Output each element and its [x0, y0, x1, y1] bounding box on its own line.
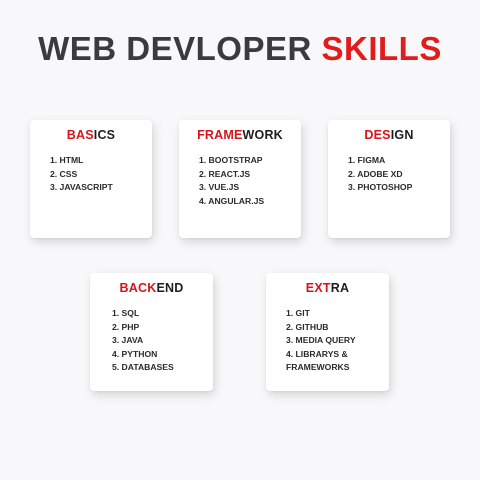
card-backend: BACKEND 1. SQL 2. PHP 3. JAVA 4. PYTHON … [90, 273, 213, 391]
skill-list-design: 1. FIGMA 2. ADOBE XD 3. PHOTOSHOP [328, 154, 450, 195]
list-item: 3. MEDIA QUERY [286, 335, 356, 345]
card-title-framework: FRAMEWORK [179, 128, 301, 142]
list-item: 4. ANGULAR.JS [199, 195, 265, 206]
list-item: 1. BOOTSTRAP [199, 155, 263, 165]
card-title-rest: IGN [390, 128, 414, 142]
list-item: 3. VUE.JS [199, 182, 240, 192]
card-design: DESIGN 1. FIGMA 2. ADOBE XD 3. PHOTOSHOP [328, 120, 450, 238]
list-item: 3. JAVA [112, 335, 144, 345]
card-extra: EXTRA 1. GIT 2. GITHUB 3. MEDIA QUERY 4.… [266, 273, 389, 391]
page-title: WEB DEVLOPER SKILLS [0, 30, 480, 68]
card-title-basics: BASICS [30, 128, 152, 142]
skill-list-basics: 1. HTML 2. CSS 3. JAVASCRIPT [30, 154, 152, 195]
list-item: 2. GITHUB [286, 321, 329, 332]
card-basics: BASICS 1. HTML 2. CSS 3. JAVASCRIPT [30, 120, 152, 238]
skill-list-backend: 1. SQL 2. PHP 3. JAVA 4. PYTHON 5. DATAB… [90, 307, 213, 375]
card-title-rest: WORK [242, 128, 283, 142]
list-item: 1. HTML [50, 155, 84, 165]
list-item: 2. REACT.JS [199, 168, 251, 179]
card-title-rest: RA [330, 281, 350, 295]
skill-list-extra: 1. GIT 2. GITHUB 3. MEDIA QUERY 4. LIBRA… [266, 307, 389, 375]
card-title-design: DESIGN [328, 128, 450, 142]
list-item: 5. DATABASES [112, 362, 174, 372]
card-title-rest: END [156, 281, 184, 295]
card-title-backend: BACKEND [90, 281, 213, 295]
skill-list-framework: 1. BOOTSTRAP 2. REACT.JS 3. VUE.JS 4. AN… [179, 154, 301, 208]
list-item: 4. PYTHON [112, 348, 158, 359]
list-item: 4. LIBRARYS & FRAMEWORKS [286, 348, 350, 373]
card-title-highlight: BAS [66, 128, 94, 142]
title-main: WEB DEVLOPER [38, 30, 312, 67]
card-title-extra: EXTRA [266, 281, 389, 295]
list-item: 1. FIGMA [348, 155, 386, 165]
card-framework: FRAMEWORK 1. BOOTSTRAP 2. REACT.JS 3. VU… [179, 120, 301, 238]
card-title-highlight: BACK [119, 281, 157, 295]
card-title-highlight: EXT [305, 281, 331, 295]
card-title-highlight: DES [364, 128, 391, 142]
list-item: 2. PHP [112, 321, 140, 332]
card-title-highlight: FRAME [197, 128, 243, 142]
list-item: 3. PHOTOSHOP [348, 182, 413, 192]
list-item: 3. JAVASCRIPT [50, 182, 113, 192]
list-item: 1. SQL [112, 308, 140, 318]
list-item: 2. CSS [50, 168, 78, 179]
title-accent: SKILLS [321, 30, 442, 67]
list-item: 1. GIT [286, 308, 310, 318]
page: WEB DEVLOPER SKILLS BASICS 1. HTML 2. CS… [0, 0, 480, 480]
card-title-rest: ICS [93, 128, 116, 142]
list-item: 2. ADOBE XD [348, 168, 403, 179]
